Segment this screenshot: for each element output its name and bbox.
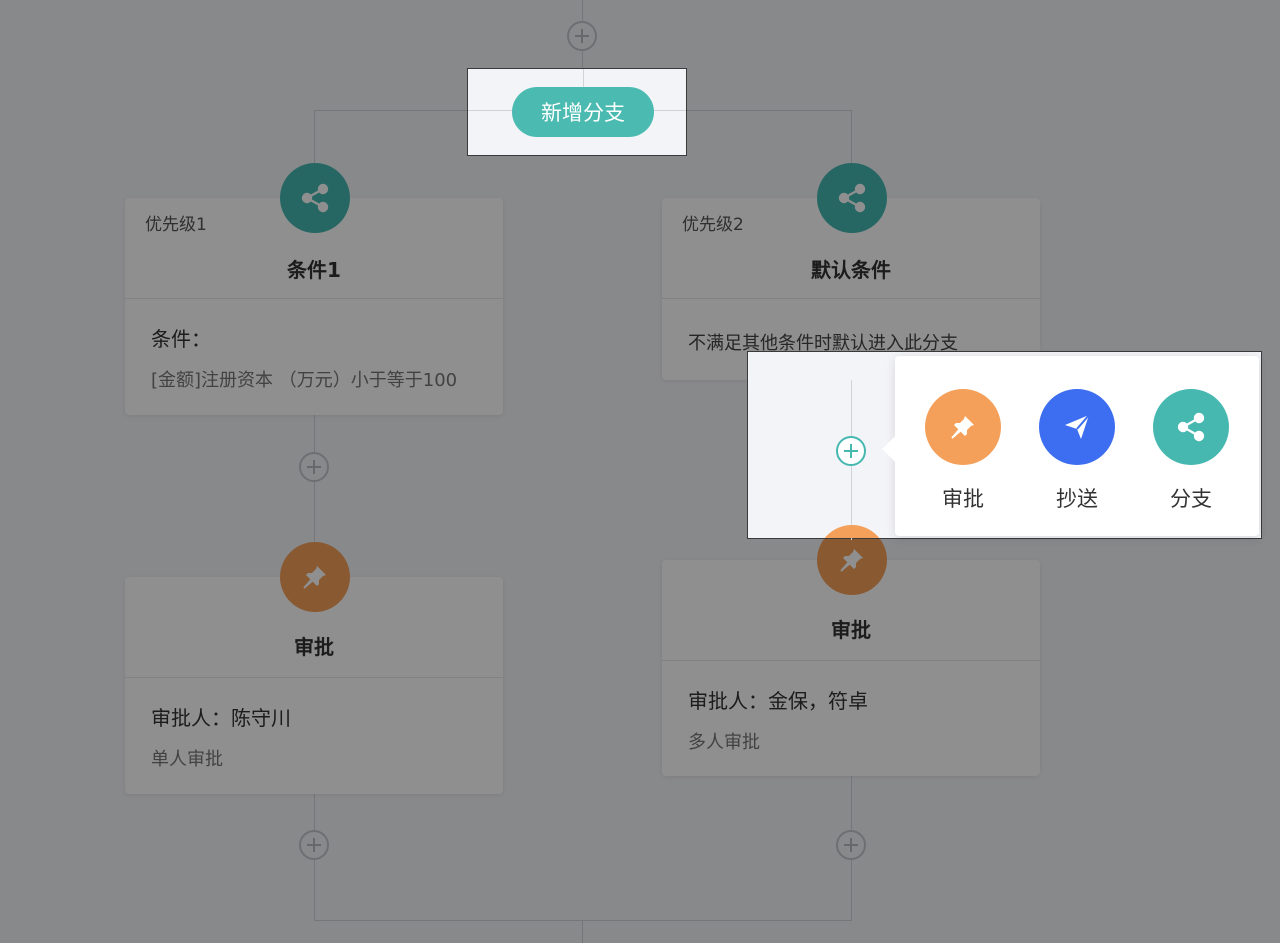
option-label: 分支 [1170, 487, 1212, 511]
pin-icon [925, 389, 1001, 465]
add-node-button[interactable] [836, 436, 866, 466]
paper-plane-icon [1039, 389, 1115, 465]
option-cc[interactable]: 抄送 [1039, 389, 1115, 513]
connector-line [583, 69, 584, 89]
add-branch-button[interactable]: 新增分支 [512, 87, 654, 137]
option-approval[interactable]: 审批 [925, 389, 1001, 513]
node-type-popover: 审批 抄送 分支 [882, 356, 1259, 536]
option-branch[interactable]: 分支 [1153, 389, 1229, 513]
option-label: 审批 [942, 487, 984, 511]
branch-icon [1153, 389, 1229, 465]
option-label: 抄送 [1056, 487, 1098, 511]
